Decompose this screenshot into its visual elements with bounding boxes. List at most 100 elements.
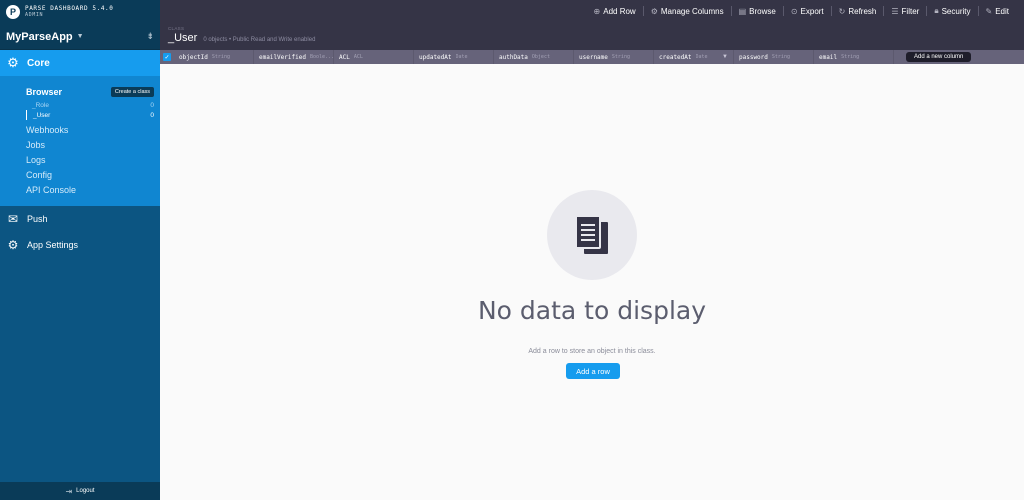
column-header[interactable]: authData Object [494,50,574,64]
filter-icon: ☰ [891,6,899,16]
sidebar-item-browser[interactable]: Browser [26,87,62,97]
column-name: createdAt [659,53,692,61]
add-row-button[interactable]: Add a row [566,363,620,379]
core-submenu: Browser Create a class _Role 0 _User 0 W… [0,76,160,206]
refresh-icon: ↻ [838,6,846,16]
gear-icon: ⚙ [650,6,658,16]
class-name: _User [33,111,51,119]
brand-subtitle: ADMIN [25,12,44,18]
sidebar-item-logs[interactable]: Logs [26,153,154,168]
empty-state: No data to display Add a row to store an… [160,64,1024,500]
column-type: Object [531,54,550,60]
column-type: String [771,54,790,60]
documents-icon [575,215,608,254]
empty-state-title: No data to display [477,296,706,325]
column-name: emailVerified [259,53,306,61]
column-header[interactable]: ACL ACL [334,50,414,64]
add-row-label: Add Row [603,6,636,16]
column-header[interactable]: emailVerified Boole... [254,50,334,64]
column-name: objectId [179,53,208,61]
column-type: Date [455,54,468,60]
logo-letter: P [9,7,16,17]
column-name: email [819,53,838,61]
class-count: 0 [150,101,154,109]
column-name: ACL [339,53,350,61]
page-title-block: _User 0 objects • Public Read and Write … [168,32,315,44]
column-name: password [739,53,768,61]
top-header: ⊕ Add Row ⚙ Manage Columns ▤ Browse ⊙ Export… [160,0,1024,50]
column-header[interactable]: username String [574,50,654,64]
add-column-button[interactable]: Add a new column [906,52,972,62]
app-root: P PARSE DASHBOARD 5.4.0 ADMIN MyParseApp… [0,0,1024,500]
breadcrumb: CLASS [168,26,185,31]
browser-row: Browser Create a class [26,86,154,98]
nav-push-label: Push [27,214,48,224]
column-header[interactable]: objectId String [174,50,254,64]
pin-icon[interactable]: ⇟ [146,31,154,42]
sidebar-item-webhooks[interactable]: Webhooks [26,123,154,138]
browse-icon: ▤ [738,6,747,16]
page-subtitle: 0 objects • Public Read and Write enable… [203,37,316,43]
sidebar-item-api-console[interactable]: API Console [26,183,154,198]
column-header[interactable]: email String [814,50,894,64]
plus-circle-icon: ⊕ [593,6,601,16]
nav-core-label: Core [27,57,50,69]
brand-bar: P PARSE DASHBOARD 5.4.0 ADMIN [0,0,160,24]
column-type: String [611,54,630,60]
app-selector[interactable]: MyParseApp ▼ ⇟ [0,24,160,50]
sidebar-item-config[interactable]: Config [26,168,154,183]
create-class-button[interactable]: Create a class [110,87,154,97]
filter-button[interactable]: ☰ Filter [884,0,926,22]
column-header[interactable]: password String [734,50,814,64]
nav-core[interactable]: ⚙ Core [0,50,160,76]
nav-app-settings-label: App Settings [27,240,79,250]
column-type: ACL [353,54,363,60]
parse-logo-icon: P [6,5,20,19]
logout-button[interactable]: ⇥ Logout [0,482,160,500]
column-header[interactable]: createdAt Date ▼ [654,50,734,64]
empty-state-description: Add a row to store an object in this cla… [528,348,656,355]
empty-state-illustration [547,190,637,280]
gear-icon: ⚙ [7,55,19,70]
security-button[interactable]: 🔒︎ Security [927,0,977,22]
logout-icon: ⇥ [65,486,73,496]
select-all-checkbox[interactable]: ✓ [160,50,174,64]
sidebar: P PARSE DASHBOARD 5.4.0 ADMIN MyParseApp… [0,0,160,500]
column-type: String [841,54,860,60]
toolbar: ⊕ Add Row ⚙ Manage Columns ▤ Browse ⊙ Export… [587,0,1024,22]
app-name: MyParseApp [6,30,73,43]
browse-button[interactable]: ▤ Browse [732,0,783,22]
column-type: String [211,54,230,60]
add-row-toolbar-button[interactable]: ⊕ Add Row [587,0,643,22]
column-name: authData [499,53,528,61]
nav-push[interactable]: ✉ Push [0,206,160,232]
nav-app-settings[interactable]: ⚙ App Settings [0,232,160,258]
brand-title: PARSE DASHBOARD 5.4.0 [25,5,114,12]
checkmark-icon: ✓ [163,53,171,61]
caret-down-icon: ▼ [76,33,84,40]
sort-desc-icon[interactable]: ▼ [722,54,728,60]
export-label: Export [800,6,824,16]
edit-label: Edit [995,6,1009,16]
settings-gear-icon: ⚙ [7,238,19,252]
refresh-button[interactable]: ↻ Refresh [832,0,884,22]
security-label: Security [941,6,971,16]
logout-label: Logout [76,488,95,494]
sidebar-item-jobs[interactable]: Jobs [26,138,154,153]
column-type: Date [695,54,708,60]
export-icon: ⊙ [790,6,798,16]
refresh-label: Refresh [848,6,877,16]
brand-text: PARSE DASHBOARD 5.4.0 ADMIN [25,5,113,19]
column-header[interactable]: updatedAt Date [414,50,494,64]
export-button[interactable]: ⊙ Export [784,0,831,22]
class-count: 0 [150,111,154,119]
edit-button[interactable]: ✎ Edit [979,0,1017,22]
manage-columns-button[interactable]: ⚙ Manage Columns [644,0,731,22]
class-item-user[interactable]: _User 0 [26,110,154,120]
filter-label: Filter [901,6,920,16]
lock-icon: 🔒︎ [934,6,939,15]
column-type: Boole... [309,54,333,60]
class-item-role[interactable]: _Role 0 [26,100,154,110]
manage-columns-label: Manage Columns [660,6,724,16]
column-header-row: ✓ objectId String emailVerified Boole... A… [160,50,1024,64]
